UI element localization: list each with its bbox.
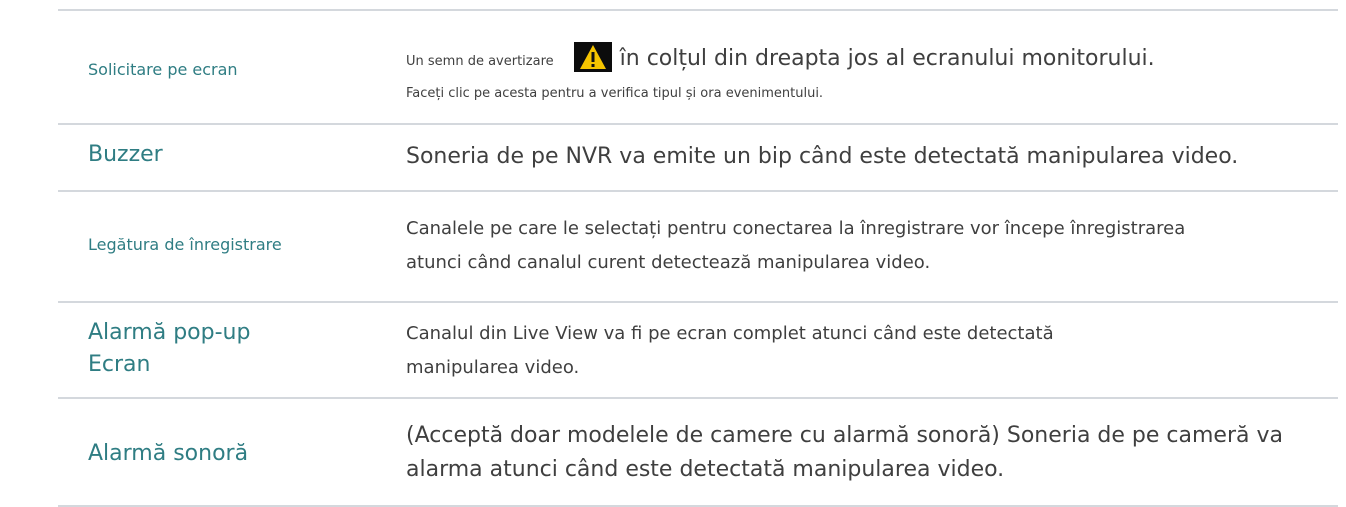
row-label: Solicitare pe ecran xyxy=(88,60,238,79)
table-row: Solicitare pe ecran Un semn de avertizar… xyxy=(58,9,1338,123)
desc-line: atunci când canalul curent detectează ma… xyxy=(406,252,931,273)
row-label: Legătura de înregistrare xyxy=(88,235,282,254)
desc-line: (Acceptă doar modelele de camere cu alar… xyxy=(406,423,1283,448)
label-line: Alarmă pop-up xyxy=(88,320,251,345)
warning-triangle-icon xyxy=(573,41,612,72)
table-row: Alarmă pop-up Ecran Canalul din Live Vie… xyxy=(58,301,1338,397)
row-label: Alarmă pop-up Ecran xyxy=(88,317,250,381)
desc-line: Canalele pe care le selectați pentru con… xyxy=(406,218,1186,239)
row-description: Un semn de avertizare în colțul din dreap… xyxy=(406,37,1330,104)
row-label: Buzzer xyxy=(88,142,163,167)
alarm-actions-table: Solicitare pe ecran Un semn de avertizar… xyxy=(58,9,1338,507)
desc-note: Faceți clic pe acesta pentru a verifica … xyxy=(406,86,824,101)
table-row: Buzzer Soneria de pe NVR va emite un bip… xyxy=(58,123,1338,190)
row-description: Canalul din Live View va fi pe ecran com… xyxy=(406,317,1330,385)
row-label: Alarmă sonoră xyxy=(88,441,249,466)
table-row: Alarmă sonoră (Acceptă doar modelele de … xyxy=(58,397,1338,507)
row-description: Canalele pe care le selectați pentru con… xyxy=(406,212,1330,280)
table-row: Legătura de înregistrare Canalele pe car… xyxy=(58,190,1338,301)
desc-line: alarma atunci când este detectată manipu… xyxy=(406,457,1005,482)
label-line: Ecran xyxy=(88,352,151,377)
desc-prefix: Un semn de avertizare xyxy=(406,54,554,69)
row-description: (Acceptă doar modelele de camere cu alar… xyxy=(406,419,1330,487)
row-description: Soneria de pe NVR va emite un bip când e… xyxy=(406,144,1239,169)
desc-main: în colțul din dreapta jos al ecranului m… xyxy=(619,46,1155,71)
desc-line: manipularea video. xyxy=(406,357,580,378)
desc-line: Canalul din Live View va fi pe ecran com… xyxy=(406,323,1054,344)
